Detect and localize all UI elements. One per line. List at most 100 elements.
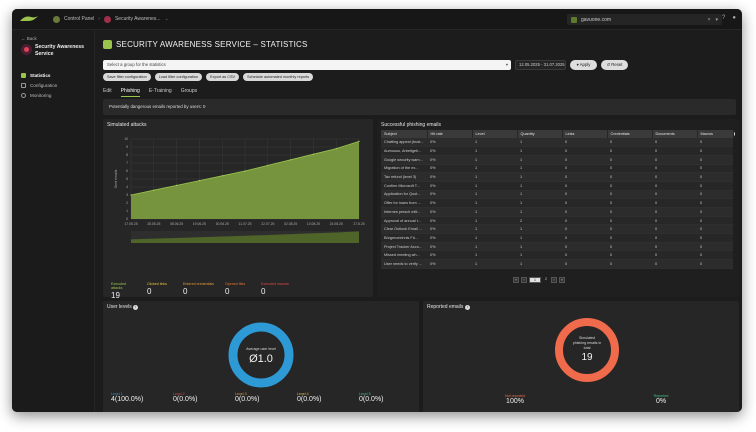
x-tick-label: 08.06.25 — [170, 222, 183, 226]
table-row[interactable]: Aumuuus, Arbeitgeb... 0% 1 1 0 0 0 0 — [381, 146, 733, 156]
table-cell: 1 — [472, 172, 517, 182]
main-content: SECURITY AWARENESS SERVICE – STATISTICS … — [95, 30, 742, 412]
table-cell: 0 — [562, 146, 607, 156]
level-value: 0(0.0%) — [235, 396, 260, 403]
service-name: Security Awareness Service — [35, 44, 85, 57]
breadcrumb-service[interactable]: Security Awarenes... — [115, 16, 161, 22]
apply-button[interactable]: ▾ Apply — [570, 60, 597, 70]
table-cell: 0 — [652, 250, 697, 261]
brand-logo[interactable] — [19, 15, 41, 23]
table-row[interactable]: Confirm Microsoft T... 0% 1 1 0 0 0 0 — [381, 181, 733, 191]
info-icon[interactable]: i — [133, 305, 139, 310]
tab-edit[interactable]: Edit — [103, 88, 112, 97]
page-1[interactable]: 1 — [529, 277, 541, 283]
table-cell: 1 — [517, 164, 562, 174]
tab-phishing[interactable]: Phishing — [120, 88, 140, 97]
column-header[interactable]: Links — [562, 130, 608, 138]
table-cell: 1 — [517, 207, 562, 217]
next-page-icon[interactable]: › — [551, 277, 557, 283]
table-row[interactable]: Chatting appeal (trust... 0% 1 1 0 0 0 0 — [381, 138, 733, 148]
help-icon[interactable]: ? — [722, 15, 725, 21]
level-value: 0(0.0%) — [359, 396, 384, 403]
breadcrumb: Control Panel › Security Awarenes... ⌄ — [53, 15, 169, 23]
stat-value: 0 — [261, 287, 266, 296]
table-cell: 0 — [562, 198, 607, 208]
table-cell: 0% — [427, 259, 472, 269]
level-value: 0(0.0%) — [297, 396, 322, 403]
tab-e-training[interactable]: E-Training — [149, 88, 172, 97]
chevron-down-icon[interactable]: ⌄ — [164, 16, 168, 22]
table-row[interactable]: Migration of the ex... 0% 1 1 0 0 0 0 — [381, 164, 733, 174]
table-cell: 0 — [607, 172, 652, 182]
page-2[interactable]: 2 — [543, 277, 549, 283]
first-page-icon[interactable]: « — [513, 277, 519, 283]
table-row[interactable]: User needs to verify ... 0% 1 1 0 0 0 0 — [381, 259, 733, 269]
column-header[interactable]: Credentials — [607, 130, 653, 138]
date-range-field[interactable]: 12.05.2025 - 31.07.2025 — [515, 60, 566, 70]
breadcrumb-control-panel[interactable]: Control Panel — [64, 16, 94, 22]
ring-label: Average user level — [246, 347, 276, 351]
table-cell: 0 — [652, 190, 697, 200]
table-cell: 0 — [652, 181, 697, 191]
load-filter-button[interactable]: Load filter configuration — [154, 73, 203, 81]
table-row[interactable]: Tax refund (level 3) 0% 1 1 0 0 0 0 — [381, 172, 733, 182]
table-cell: 1 — [517, 233, 562, 243]
y-tick-label: 8 — [126, 153, 128, 157]
table-row[interactable]: Offer for loans from ... 0% 1 1 0 0 0 0 — [381, 198, 733, 208]
column-header[interactable]: Quantity — [517, 130, 563, 138]
prev-page-icon[interactable]: ‹ — [521, 277, 527, 283]
table-cell: 0 — [607, 233, 652, 243]
table-row[interactable]: Project Tracker Acco... 0% 1 1 0 0 0 0 — [381, 242, 733, 252]
close-icon[interactable]: × — [708, 17, 711, 23]
x-tick-label: 22.07.25 — [261, 222, 274, 226]
table-cell: Clear Outlook Email ... — [381, 224, 427, 235]
last-page-icon[interactable]: » — [559, 277, 565, 283]
user-icon[interactable]: ● — [732, 15, 736, 21]
table-cell: 1 — [472, 190, 517, 200]
table-row[interactable]: Approval of annual t... 0% 1 2 0 0 0 0 — [381, 216, 733, 226]
table-row[interactable]: Google security warn... 0% 1 1 0 0 0 0 — [381, 155, 733, 165]
group-select[interactable]: Select a group for the statistics ▾ — [103, 60, 511, 70]
save-filter-button[interactable]: Save filter configuration — [103, 73, 151, 81]
stat-value: 0 — [147, 287, 152, 296]
x-tick-label: 28.05.25 — [147, 222, 160, 226]
stat-value: 19 — [111, 291, 120, 300]
table-row[interactable]: Clear Outlook Email ... 0% 1 1 0 0 0 0 — [381, 224, 733, 235]
sidebar-nav: Statistics Configuration Monitoring — [21, 70, 57, 100]
table-cell: 0 — [697, 259, 733, 269]
column-header[interactable]: Level — [472, 130, 518, 138]
back-link[interactable]: ← Back — [21, 36, 37, 41]
table-row[interactable]: Internes persch mitt... 0% 1 1 0 0 0 0 — [381, 207, 733, 217]
security-service-icon — [103, 15, 111, 23]
table-cell: Missed meeting wh... — [381, 250, 427, 261]
account-selector[interactable]: gavuone.com × ▾ — [567, 14, 722, 25]
schedule-reports-button[interactable]: Schedule automated monthly reports — [243, 73, 314, 81]
phishing-table: Subject Hit rate Level Quantity Links Credent… — [381, 130, 734, 269]
table-row[interactable]: Bürgeroeichnis Fü... 0% 1 1 0 0 0 0 — [381, 233, 733, 243]
reset-button[interactable]: ↺ Reset — [601, 60, 628, 70]
sidebar-item-configuration[interactable]: Configuration — [21, 80, 57, 90]
sidebar-item-monitoring[interactable]: Monitoring — [21, 90, 57, 100]
column-header[interactable]: Documents — [652, 130, 698, 138]
table-cell: 0 — [562, 138, 607, 148]
table-cell: 0 — [607, 242, 652, 252]
export-csv-button[interactable]: Export as CSV — [206, 73, 240, 81]
table-row[interactable]: Missed meeting wh... 0% 1 1 0 0 0 0 — [381, 250, 733, 261]
y-tick-label: 5 — [126, 177, 128, 181]
table-cell: 0 — [652, 216, 697, 226]
column-header[interactable]: Subject — [381, 130, 428, 138]
data-point — [358, 140, 360, 142]
table-row[interactable]: Application for Quot... 0% 1 1 0 0 0 0 — [381, 190, 733, 200]
table-cell: 0 — [697, 146, 733, 156]
pagination: « ‹ 1 2 › » — [513, 277, 565, 283]
tab-groups[interactable]: Groups — [181, 88, 197, 97]
chevron-down-icon[interactable]: ▾ — [715, 17, 718, 23]
chevron-down-icon: ▾ — [505, 62, 508, 67]
column-header[interactable]: Macros — [697, 130, 734, 138]
table-cell: 1 — [517, 250, 562, 261]
search-icon — [21, 92, 26, 98]
sidebar-item-statistics[interactable]: Statistics — [21, 70, 57, 80]
column-header[interactable]: Hit rate — [427, 130, 473, 138]
info-icon[interactable]: i — [464, 305, 470, 310]
table-cell: 0 — [562, 155, 607, 165]
